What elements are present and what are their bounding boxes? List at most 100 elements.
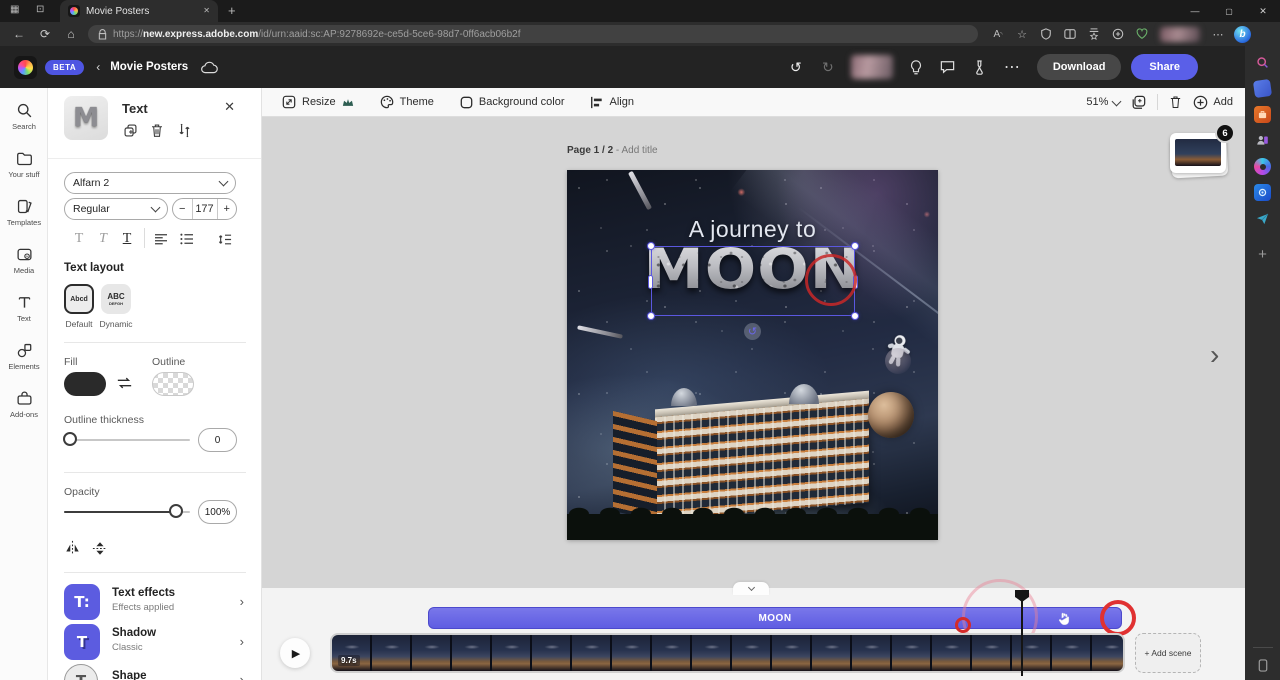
selection-handle[interactable] xyxy=(647,312,655,320)
selection-handle[interactable] xyxy=(851,242,859,250)
browser-essentials-icon[interactable] xyxy=(1130,24,1154,44)
beaker-icon[interactable] xyxy=(967,55,993,79)
web-capture-icon[interactable] xyxy=(1106,24,1130,44)
favorites-icon[interactable]: ☆ xyxy=(1010,24,1034,44)
opacity-value[interactable]: 100% xyxy=(198,500,237,524)
selection-side-handle[interactable] xyxy=(648,275,653,289)
next-page-arrow[interactable]: › xyxy=(1210,339,1219,371)
bold-button[interactable]: T xyxy=(70,230,88,248)
tab-actions-icon[interactable]: ⊡ xyxy=(36,5,44,15)
reload-icon[interactable]: ⟳ xyxy=(32,24,58,44)
selection-handle[interactable] xyxy=(851,312,859,320)
comment-icon[interactable] xyxy=(935,55,961,79)
swap-colors-icon[interactable] xyxy=(116,375,133,391)
shadow-item[interactable]: T Shadow Classic › xyxy=(48,624,262,664)
copilot-icon[interactable]: b xyxy=(1234,26,1251,43)
theme-button[interactable]: Theme xyxy=(380,95,434,109)
pages-overview-thumbnail[interactable]: 6 xyxy=(1170,133,1226,173)
delete-page-icon[interactable] xyxy=(1169,95,1182,109)
line-spacing-icon[interactable] xyxy=(218,230,232,248)
playhead[interactable] xyxy=(1021,592,1023,676)
canvas-area[interactable]: Page 1 / 2 - Add title xyxy=(262,117,1245,588)
profile-avatar[interactable] xyxy=(1160,27,1200,42)
sidebar-outlook-icon[interactable] xyxy=(1254,184,1271,201)
minimize-button[interactable]: — xyxy=(1178,0,1212,22)
sidebar-designer-icon[interactable] xyxy=(1254,158,1271,175)
shield-icon[interactable] xyxy=(1034,24,1058,44)
sidebar-item-media[interactable]: Media xyxy=(0,246,48,275)
font-weight-select[interactable]: Regular xyxy=(64,198,168,220)
resize-button[interactable]: Resize xyxy=(282,95,354,109)
close-window-button[interactable]: ✕ xyxy=(1246,0,1280,22)
sidebar-item-elements[interactable]: Elements xyxy=(0,342,48,371)
shape-item[interactable]: T Shape › xyxy=(48,664,262,680)
fill-color-swatch[interactable] xyxy=(64,372,106,396)
back-chevron-icon[interactable]: ‹ xyxy=(96,60,100,74)
text-effects-item[interactable]: T: Text effects Effects applied › xyxy=(48,584,262,624)
font-size-value[interactable]: 177 xyxy=(192,199,218,219)
collections-icon[interactable] xyxy=(1082,24,1106,44)
outline-thickness-value[interactable]: 0 xyxy=(198,428,237,452)
align-button[interactable]: Align xyxy=(590,96,633,109)
split-screen-icon[interactable] xyxy=(1058,24,1082,44)
outline-thickness-slider[interactable] xyxy=(64,439,190,441)
add-scene-button[interactable]: + Add scene xyxy=(1135,633,1201,673)
address-bar[interactable]: https://new.express.adobe.com/id/urn:aai… xyxy=(88,25,978,43)
sidebar-tools-icon[interactable] xyxy=(1254,106,1271,123)
home-icon[interactable]: ⌂ xyxy=(58,24,84,44)
share-button[interactable]: Share xyxy=(1131,54,1198,80)
layout-default-tile[interactable]: Abcd xyxy=(64,284,94,314)
font-family-select[interactable]: Alfarn 2 xyxy=(64,172,236,194)
sidebar-item-add-ons[interactable]: Add-ons xyxy=(0,390,48,419)
undo-icon[interactable]: ↺ xyxy=(783,55,809,79)
play-button[interactable]: ▶ xyxy=(280,638,310,668)
rotate-handle[interactable]: ↺ xyxy=(744,323,761,340)
delete-icon[interactable] xyxy=(148,121,166,139)
redo-icon[interactable]: ↻ xyxy=(815,55,841,79)
italic-button[interactable]: T xyxy=(94,230,112,248)
selection-handle[interactable] xyxy=(647,242,655,250)
poster-artboard[interactable]: A journey to MOON ↺ xyxy=(567,170,938,540)
list-icon[interactable] xyxy=(180,230,194,248)
sidebar-people-icon[interactable] xyxy=(1254,132,1271,149)
sidebar-drop-icon[interactable] xyxy=(1254,210,1271,227)
back-icon[interactable]: ← xyxy=(6,24,32,44)
duplicate-icon[interactable] xyxy=(121,121,139,139)
animate-icon[interactable] xyxy=(175,121,193,139)
sidebar-item-search[interactable]: Search xyxy=(0,102,48,131)
download-button[interactable]: Download xyxy=(1037,54,1122,80)
duplicate-page-icon[interactable] xyxy=(1131,95,1146,110)
sidebar-item-text[interactable]: Text xyxy=(0,294,48,323)
adobe-express-logo[interactable] xyxy=(14,56,37,79)
outline-thickness-knob[interactable] xyxy=(63,432,77,446)
sidebar-item-templates[interactable]: Templates xyxy=(0,198,48,227)
sidebar-customize-icon[interactable]: + xyxy=(1254,246,1271,263)
maximize-button[interactable]: ▢ xyxy=(1212,0,1246,22)
outline-color-swatch[interactable] xyxy=(152,372,194,396)
sidebar-phone-icon[interactable] xyxy=(1254,657,1271,674)
collapse-timeline-button[interactable] xyxy=(733,582,769,595)
flip-vertical-icon[interactable] xyxy=(92,540,108,557)
settings-more-icon[interactable]: ⋯ xyxy=(1206,24,1230,44)
flip-horizontal-icon[interactable] xyxy=(64,540,81,556)
overflow-menu-icon[interactable]: ⋯ xyxy=(999,55,1025,79)
sidebar-search-icon[interactable] xyxy=(1254,54,1271,71)
close-panel-icon[interactable]: ✕ xyxy=(224,99,235,115)
workspaces-icon[interactable]: ▦ xyxy=(10,5,19,15)
tab-close-icon[interactable]: ✕ xyxy=(203,7,210,15)
read-aloud-icon[interactable]: A◝ xyxy=(986,24,1010,44)
suggestions-bulb-icon[interactable] xyxy=(903,55,929,79)
underline-button[interactable]: T xyxy=(118,230,136,248)
zoom-control[interactable]: 51% xyxy=(1086,96,1120,108)
sidebar-shopping-icon[interactable] xyxy=(1253,79,1272,98)
timeline-filmstrip[interactable]: 9.7s xyxy=(330,633,1125,673)
opacity-knob[interactable] xyxy=(169,504,183,518)
new-tab-button[interactable]: + xyxy=(228,4,236,17)
text-align-icon[interactable] xyxy=(154,230,168,248)
increase-size-button[interactable]: + xyxy=(218,199,237,219)
document-title[interactable]: Movie Posters xyxy=(110,61,188,73)
browser-tab[interactable]: Movie Posters ✕ xyxy=(60,0,218,22)
decrease-size-button[interactable]: − xyxy=(173,199,192,219)
add-page-button[interactable]: Add xyxy=(1193,95,1233,110)
layout-dynamic-tile[interactable]: ABC DEFGH xyxy=(101,284,131,314)
